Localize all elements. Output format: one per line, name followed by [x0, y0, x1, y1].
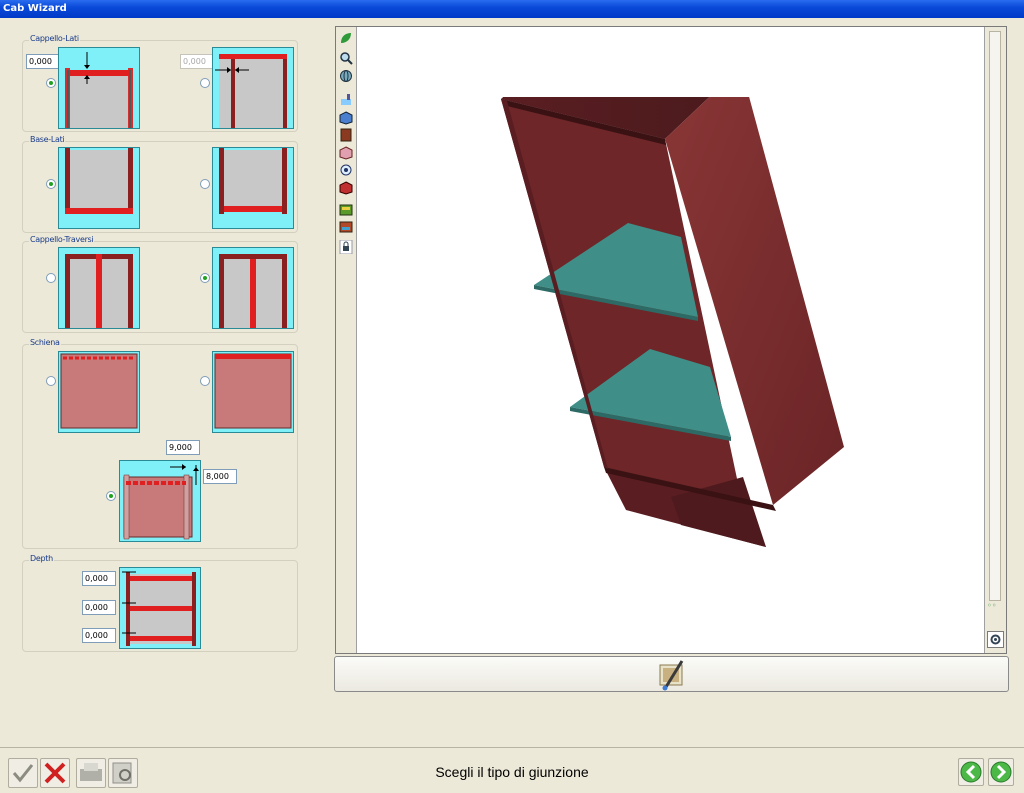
cappello-traversi-option-2-radio[interactable] [200, 273, 210, 283]
eye-icon[interactable] [339, 163, 353, 177]
viewport-vertical-scrollbar[interactable]: ◦◦ [984, 27, 1006, 653]
schiena-option-1-thumb[interactable] [58, 351, 140, 433]
leaf-icon[interactable] [339, 31, 353, 45]
status-message: Scegli il tipo di giunzione [435, 764, 589, 780]
scroll-track[interactable] [989, 31, 1001, 601]
window-title: Cab Wizard [3, 3, 67, 14]
depth-middle-input[interactable]: 0,000 [82, 600, 116, 615]
schiena-option-2-radio[interactable] [200, 376, 210, 386]
schiena-width-input[interactable]: 9,000 [166, 440, 200, 455]
schiena-depth-input[interactable]: 8,000 [203, 469, 237, 484]
view-toolstrip [336, 27, 357, 653]
cappello-lati-value-input[interactable]: 0,000 [26, 54, 60, 69]
schiena-option-3-radio[interactable] [106, 491, 116, 501]
3d-viewport[interactable]: ◦◦ [335, 26, 1007, 654]
globe-icon[interactable] [339, 69, 353, 83]
zoom-icon[interactable] [339, 51, 353, 65]
cube-pink-icon[interactable] [339, 146, 353, 160]
group-label: Base-Lati [29, 135, 66, 144]
base-lati-option-1-thumb[interactable] [58, 147, 140, 229]
cube-red-icon[interactable] [339, 181, 353, 195]
cube-blue-icon[interactable] [339, 111, 353, 125]
depth-bottom-input[interactable]: 0,000 [82, 628, 116, 643]
base-lati-option-2-radio[interactable] [200, 179, 210, 189]
schiena-option-1-radio[interactable] [46, 376, 56, 386]
next-button[interactable] [988, 758, 1014, 786]
arrow-right-icon [990, 761, 1012, 783]
paintbrush-icon [659, 660, 684, 691]
texture-icon[interactable] [339, 203, 353, 217]
cappello-lati-option-2-thumb[interactable] [212, 47, 294, 129]
arrow-left-icon [960, 761, 982, 783]
schiena-option-3-thumb[interactable] [119, 460, 201, 542]
cappello-traversi-option-2-thumb[interactable] [212, 247, 294, 329]
base-lati-option-2-thumb[interactable] [212, 147, 294, 229]
cappello-traversi-option-1-radio[interactable] [46, 273, 56, 283]
group-label: Schiena [29, 338, 61, 347]
cappello-traversi-option-1-thumb[interactable] [58, 247, 140, 329]
back-button[interactable] [958, 758, 984, 786]
cappello-lati-option-1-radio[interactable] [46, 78, 56, 88]
gear-icon [990, 634, 1001, 645]
window-titlebar: Cab Wizard [0, 0, 1024, 18]
depth-top-input[interactable]: 0,000 [82, 571, 116, 586]
cappello-lati-option-1-thumb[interactable] [58, 47, 140, 129]
texture2-icon[interactable] [339, 220, 353, 234]
render-button[interactable] [334, 656, 1009, 692]
material-brown-icon[interactable] [339, 128, 353, 142]
cappello-lati-value-2-input[interactable]: 0,000 [180, 54, 214, 69]
cappello-lati-option-2-radio[interactable] [200, 78, 210, 88]
paint-icon[interactable] [339, 93, 353, 107]
scroll-handle-icon[interactable]: ◦◦ [987, 602, 1003, 610]
group-label: Cappello-Traversi [29, 235, 95, 244]
cabinet-3d-model [501, 97, 844, 547]
base-lati-option-1-radio[interactable] [46, 179, 56, 189]
group-label: Depth [29, 554, 54, 563]
lock-icon[interactable] [339, 239, 353, 255]
schiena-option-2-thumb[interactable] [212, 351, 294, 433]
status-bar: Scegli il tipo di giunzione [0, 747, 1024, 793]
depth-diagram [119, 567, 201, 649]
viewport-settings-button[interactable] [987, 631, 1004, 648]
group-label: Cappello-Lati [29, 34, 80, 43]
